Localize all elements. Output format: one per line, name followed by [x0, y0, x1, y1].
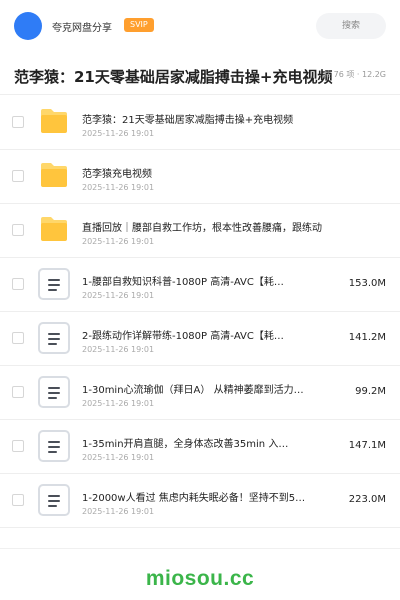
folder-title-bar: 范李猿：21天零基础居家减脂搏击操+充电视频 共 76 项 · 12.2G [0, 55, 400, 95]
list-item[interactable]: 范李猿充电视频 2025-11-26 19:01 [0, 150, 400, 204]
select-checkbox[interactable] [12, 494, 24, 506]
select-checkbox[interactable] [12, 386, 24, 398]
item-date: 2025-11-26 19:01 [82, 291, 155, 300]
item-date: 2025-11-26 19:01 [82, 183, 155, 192]
file-list: 范李猿：21天零基础居家减脂搏击操+充电视频 2025-11-26 19:01 范李… [0, 96, 400, 528]
list-item[interactable]: 1-30min心流瑜伽（拜日A） 从精神萎靡到活力… 2025-11-26 19:… [0, 366, 400, 420]
item-name[interactable]: 2-跟练动作详解带练-1080P 高清-AVC【耗… [82, 327, 322, 342]
list-item[interactable]: 2-跟练动作详解带练-1080P 高清-AVC【耗… 2025-11-26 19:… [0, 312, 400, 366]
select-checkbox[interactable] [12, 440, 24, 452]
app-header: 夸克网盘分享 SVIP 搜索 [0, 0, 400, 52]
item-name[interactable]: 1-2000w人看过 焦虑内耗失眠必备！坚持不到5… [82, 489, 322, 504]
avatar[interactable] [14, 12, 42, 40]
footer: miosou.cc [0, 548, 400, 600]
select-checkbox[interactable] [12, 332, 24, 344]
document-icon [38, 484, 70, 516]
item-name[interactable]: 直播回放｜腰部自救工作坊，根本性改善腰痛，跟练动作… [82, 219, 322, 234]
list-item[interactable]: 1-腰部自救知识科普-1080P 高清-AVC【耗… 2025-11-26 19:… [0, 258, 400, 312]
item-date: 2025-11-26 19:01 [82, 345, 155, 354]
item-date: 2025-11-26 19:01 [82, 399, 155, 408]
document-icon [38, 322, 70, 354]
item-date: 2025-11-26 19:01 [82, 129, 155, 138]
item-size: 99.2M [355, 386, 386, 397]
search-input[interactable]: 搜索 [316, 13, 386, 39]
item-name[interactable]: 范李猿充电视频 [82, 165, 322, 180]
document-icon [38, 268, 70, 300]
item-name[interactable]: 范李猿：21天零基础居家减脂搏击操+充电视频 [82, 111, 322, 126]
list-item[interactable]: 直播回放｜腰部自救工作坊，根本性改善腰痛，跟练动作… 2025-11-26 19:… [0, 204, 400, 258]
item-size: 223.0M [348, 494, 386, 505]
folder-meta: 共 76 项 · 12.2G [323, 70, 386, 79]
document-icon [38, 430, 70, 462]
select-checkbox[interactable] [12, 116, 24, 128]
select-checkbox[interactable] [12, 278, 24, 290]
list-item[interactable]: 1-2000w人看过 焦虑内耗失眠必备！坚持不到5… 2025-11-26 19:… [0, 474, 400, 528]
folder-icon [41, 163, 67, 187]
list-item[interactable]: 范李猿：21天零基础居家减脂搏击操+充电视频 2025-11-26 19:01 [0, 96, 400, 150]
item-name[interactable]: 1-30min心流瑜伽（拜日A） 从精神萎靡到活力… [82, 381, 322, 396]
svip-badge: SVIP [124, 18, 154, 32]
item-name[interactable]: 1-腰部自救知识科普-1080P 高清-AVC【耗… [82, 273, 322, 288]
watermark: miosou.cc [145, 567, 255, 590]
select-checkbox[interactable] [12, 224, 24, 236]
folder-icon [41, 217, 67, 241]
item-size: 153.0M [348, 278, 386, 289]
item-size: 147.1M [348, 440, 386, 451]
folder-icon [41, 109, 67, 133]
list-item[interactable]: 1-35min开肩直腿，全身体态改善35min 入… 2025-11-26 19:… [0, 420, 400, 474]
item-name[interactable]: 1-35min开肩直腿，全身体态改善35min 入… [82, 435, 322, 450]
document-icon [38, 376, 70, 408]
item-date: 2025-11-26 19:01 [82, 237, 155, 246]
item-date: 2025-11-26 19:01 [82, 507, 155, 516]
item-size: 141.2M [348, 332, 386, 343]
select-checkbox[interactable] [12, 170, 24, 182]
site-name: 夸克网盘分享 [52, 23, 112, 34]
page-title: 范李猿：21天零基础居家减脂搏击操+充电视频 [14, 68, 333, 86]
item-date: 2025-11-26 19:01 [82, 453, 155, 462]
